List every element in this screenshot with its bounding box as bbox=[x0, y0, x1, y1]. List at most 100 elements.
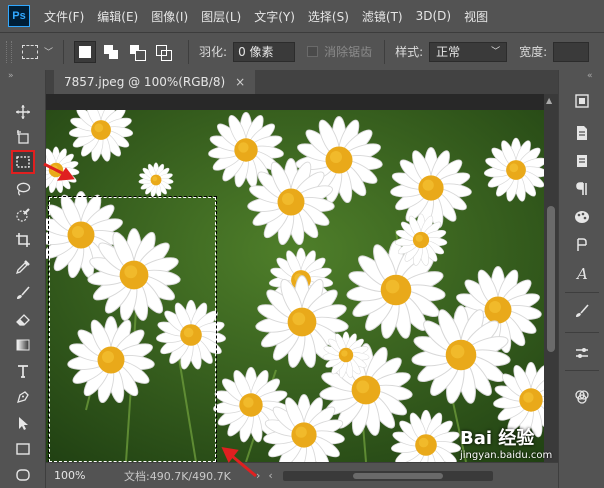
paragraph-panel-button[interactable] bbox=[571, 178, 593, 200]
chevron-left-icon[interactable]: ‹ bbox=[268, 469, 272, 482]
watermark-url: jingyan.baidu.com bbox=[460, 450, 553, 461]
watermark-text: Bai 经验 bbox=[460, 428, 535, 449]
move-icon bbox=[16, 105, 30, 119]
adjustments-panel-button[interactable] bbox=[571, 342, 593, 364]
style-select-value: 正常 bbox=[436, 44, 461, 59]
tools-panel: » bbox=[0, 70, 46, 488]
collapse-toolbar-icon[interactable]: » bbox=[0, 70, 45, 84]
brush-tool[interactable] bbox=[11, 281, 35, 305]
properties-panel-button[interactable] bbox=[571, 122, 593, 144]
eraser-icon bbox=[16, 314, 30, 326]
divider bbox=[63, 39, 65, 64]
style-label: 样式: bbox=[395, 45, 424, 59]
eyedropper-tool[interactable] bbox=[11, 255, 35, 279]
horizontal-scrollbar-thumb[interactable] bbox=[352, 472, 443, 479]
menu-view[interactable]: 视图 bbox=[464, 8, 488, 25]
quick-selection-tool[interactable] bbox=[11, 203, 35, 227]
gradient-tool[interactable] bbox=[11, 333, 35, 357]
chevron-right-icon[interactable]: › bbox=[256, 469, 260, 482]
crop-tool[interactable] bbox=[11, 228, 35, 252]
photoshop-logo: Ps bbox=[8, 5, 30, 27]
paragraph-icon bbox=[576, 182, 587, 195]
intersect-selection-icon bbox=[156, 44, 173, 61]
brush-presets-panel-button[interactable] bbox=[571, 300, 593, 322]
lasso-icon bbox=[16, 182, 31, 196]
menu-filter[interactable]: 滤镜(T) bbox=[362, 8, 403, 25]
book-icon bbox=[577, 155, 587, 167]
ellipse-shape-tool[interactable] bbox=[11, 463, 35, 487]
divider bbox=[384, 39, 386, 64]
subtract-from-selection-button[interactable] bbox=[126, 41, 148, 63]
rectangle-shape-icon bbox=[16, 443, 30, 455]
artboard-tool[interactable] bbox=[11, 125, 35, 149]
document-tab[interactable]: 7857.jpeg @ 100%(RGB/8) × bbox=[54, 70, 256, 94]
antialias-label: 消除锯齿 bbox=[324, 45, 373, 59]
rectangle-shape-tool[interactable] bbox=[11, 437, 35, 461]
baidu-watermark: Bai 经验 jingyan.baidu.com bbox=[460, 424, 600, 488]
sliders-icon bbox=[576, 348, 588, 358]
menu-3d[interactable]: 3D(D) bbox=[416, 9, 451, 23]
divider bbox=[188, 39, 190, 64]
divider bbox=[565, 292, 599, 293]
width-label: 宽度: bbox=[519, 45, 548, 59]
type-icon bbox=[18, 365, 28, 378]
feather-label: 羽化: bbox=[199, 45, 228, 59]
style-select[interactable]: 正常 ﹀ bbox=[429, 41, 508, 62]
scroll-up-icon[interactable]: ▲ bbox=[546, 96, 552, 105]
libraries-panel-button[interactable] bbox=[571, 150, 593, 172]
menu-edit[interactable]: 编辑(E) bbox=[97, 8, 138, 25]
history-panel-button[interactable] bbox=[571, 90, 593, 112]
collapse-panels-icon[interactable]: « bbox=[559, 70, 604, 84]
brush-settings-icon bbox=[577, 238, 587, 251]
chevron-down-icon: ﹀ bbox=[491, 46, 501, 57]
close-icon[interactable]: × bbox=[235, 75, 245, 89]
rectangular-marquee-tool[interactable] bbox=[11, 150, 35, 174]
pen-icon bbox=[17, 391, 29, 403]
menu-file[interactable]: 文件(F) bbox=[44, 8, 84, 25]
add-selection-icon bbox=[104, 44, 119, 59]
document-tab-bar: 7857.jpeg @ 100%(RGB/8) × bbox=[46, 70, 558, 94]
vertical-scrollbar[interactable]: ▲ bbox=[544, 94, 558, 462]
path-selection-tool[interactable] bbox=[11, 411, 35, 435]
brushes-panel-button[interactable] bbox=[571, 234, 593, 256]
type-tool[interactable] bbox=[11, 359, 35, 383]
crop-icon bbox=[16, 233, 30, 247]
document-tab-title: 7857.jpeg @ 100%(RGB/8) bbox=[64, 75, 226, 89]
artboard-icon bbox=[17, 130, 29, 144]
swatches-panel-button[interactable] bbox=[571, 206, 593, 228]
channels-panel-button[interactable] bbox=[571, 386, 593, 408]
canvas-area[interactable]: ▲ bbox=[46, 94, 558, 462]
menu-type[interactable]: 文字(Y) bbox=[254, 8, 295, 25]
feather-input[interactable]: 0 像素 bbox=[233, 41, 296, 62]
pen-tool[interactable] bbox=[11, 385, 35, 409]
brush-icon bbox=[17, 286, 30, 299]
add-to-selection-button[interactable] bbox=[100, 41, 122, 63]
character-panel-button[interactable]: A bbox=[571, 262, 593, 284]
ellipse-shape-icon bbox=[16, 469, 30, 481]
new-selection-button[interactable] bbox=[74, 40, 97, 63]
marquee-selection[interactable] bbox=[48, 196, 217, 462]
document-image-daisies[interactable] bbox=[46, 110, 544, 462]
menu-select[interactable]: 选择(S) bbox=[308, 8, 349, 25]
menu-image[interactable]: 图像(I) bbox=[151, 8, 188, 25]
intersect-selection-button[interactable] bbox=[152, 41, 174, 63]
rectangular-marquee-icon bbox=[16, 156, 30, 168]
width-input[interactable] bbox=[553, 41, 590, 62]
history-icon bbox=[575, 94, 589, 108]
document-info: 文档:490.7K/490.7K bbox=[124, 469, 231, 483]
antialias-checkbox[interactable] bbox=[307, 46, 319, 57]
quick-selection-icon bbox=[16, 208, 30, 222]
lasso-tool[interactable] bbox=[11, 177, 35, 201]
tool-preset-picker[interactable]: ﹀ bbox=[22, 44, 54, 59]
palette-icon bbox=[575, 211, 589, 223]
subtract-selection-icon bbox=[130, 44, 147, 61]
options-bar: ﹀ 羽化: 0 像素 消除锯齿 样式: 正常 ﹀ 宽度: bbox=[0, 32, 604, 70]
divider bbox=[565, 332, 599, 333]
chevron-down-icon: ﹀ bbox=[44, 48, 54, 58]
options-bar-grip[interactable] bbox=[6, 40, 12, 63]
menu-layer[interactable]: 图层(L) bbox=[201, 8, 241, 25]
vertical-scrollbar-thumb[interactable] bbox=[547, 206, 555, 352]
move-tool[interactable] bbox=[11, 100, 35, 124]
zoom-level[interactable]: 100% bbox=[54, 469, 104, 482]
eraser-tool[interactable] bbox=[11, 307, 35, 331]
